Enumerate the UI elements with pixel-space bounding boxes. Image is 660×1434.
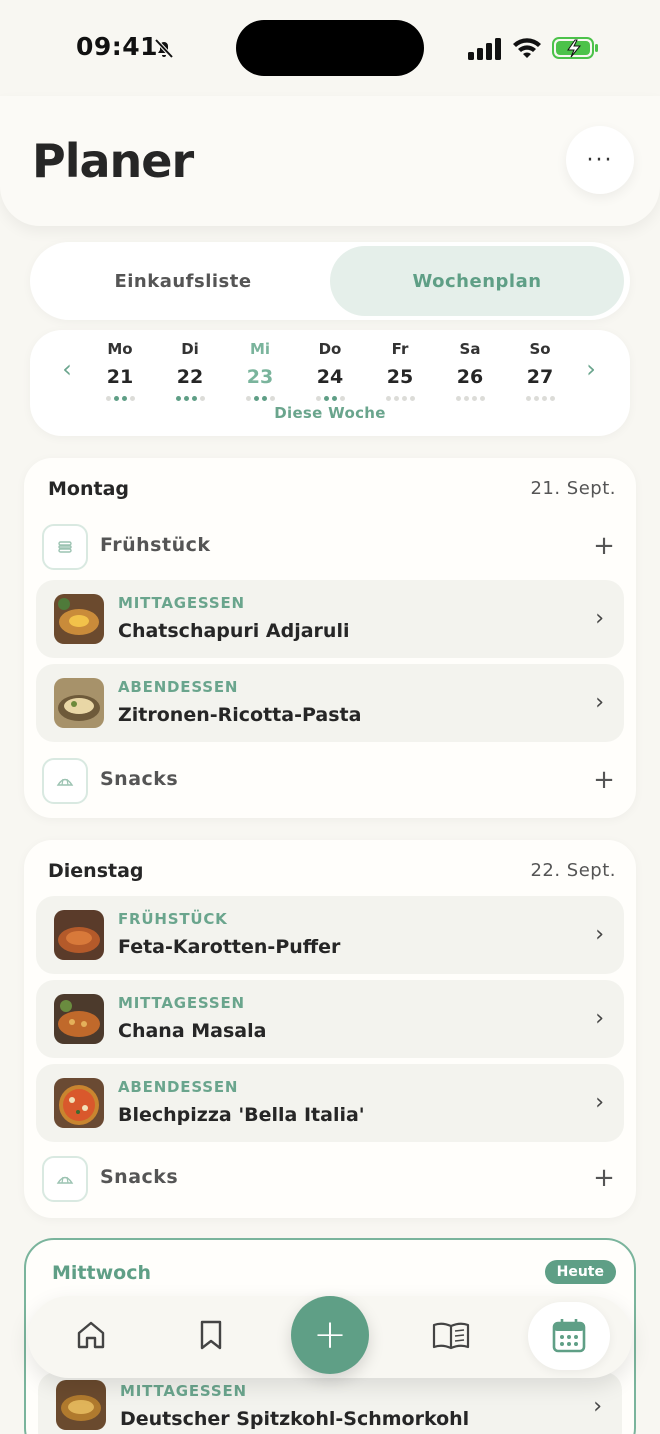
previous-week-button[interactable]: ‹ (58, 355, 76, 383)
add-button[interactable]: + (291, 1296, 369, 1374)
meal-row[interactable]: MITTAGESSEN Chatschapuri Adjaruli › (36, 580, 624, 658)
snack-icon (42, 758, 88, 804)
page-header: Planer ··· (0, 96, 660, 226)
meal-type: MITTAGESSEN (120, 1382, 247, 1400)
meal-dots (370, 396, 430, 401)
recipe-thumbnail (54, 994, 104, 1044)
add-icon[interactable]: + (590, 532, 618, 560)
meal-dots (440, 396, 500, 401)
empty-slot-label: Frühstück (100, 534, 211, 556)
add-icon[interactable]: + (590, 1164, 618, 1192)
meal-name: Zitronen-Ricotta-Pasta (118, 704, 362, 726)
chevron-right-icon: › (593, 1394, 602, 1419)
meal-row[interactable]: FRÜHSTÜCK Feta-Karotten-Puffer › (36, 896, 624, 974)
day-date: 22. Sept. (530, 860, 616, 881)
more-options-button[interactable]: ··· (566, 126, 634, 194)
meal-dots (510, 396, 570, 401)
page-title: Planer (32, 134, 194, 188)
breakfast-icon (42, 524, 88, 570)
recipe-thumbnail (54, 910, 104, 960)
empty-slot-fruehstueck[interactable]: Frühstück + (42, 524, 618, 572)
empty-slot-snacks[interactable]: Snacks + (42, 1156, 618, 1204)
bookmark-icon[interactable] (194, 1318, 228, 1352)
chevron-right-icon: › (595, 1006, 604, 1031)
recipe-thumbnail (54, 594, 104, 644)
meal-row[interactable]: MITTAGESSEN Deutscher Spitzkohl-Schmorko… (38, 1372, 622, 1434)
recipe-thumbnail (56, 1380, 106, 1430)
empty-slot-label: Snacks (100, 1166, 179, 1188)
snack-icon (42, 1156, 88, 1202)
meal-type: MITTAGESSEN (118, 994, 245, 1012)
ellipsis-icon: ··· (586, 147, 614, 173)
dynamic-island (236, 20, 424, 76)
tab-wochenplan[interactable]: Wochenplan (330, 246, 624, 316)
chevron-right-icon: › (586, 355, 596, 383)
tab-calendar[interactable] (528, 1302, 610, 1370)
chevron-left-icon: ‹ (62, 355, 72, 383)
book-open-icon[interactable] (432, 1318, 470, 1352)
week-label: Diese Woche (274, 404, 386, 422)
add-icon[interactable]: + (590, 766, 618, 794)
meal-dots (300, 396, 360, 401)
week-selector: ‹ Mo 21 Di 22 Mi 23 Do 24 Fr 25 Sa 26 So… (30, 330, 630, 436)
day-mi[interactable]: Mi 23 (230, 340, 290, 401)
meal-name: Blechpizza 'Bella Italia' (118, 1104, 365, 1126)
day-mo[interactable]: Mo 21 (90, 340, 150, 401)
meal-name: Feta-Karotten-Puffer (118, 936, 341, 958)
empty-slot-label: Snacks (100, 768, 179, 790)
status-time: 09:41 (76, 32, 159, 61)
day-card-monday: Montag 21. Sept. Frühstück + MITTAGESSEN… (24, 458, 636, 818)
chevron-right-icon: › (595, 1090, 604, 1115)
chevron-right-icon: › (595, 922, 604, 947)
meal-type: MITTAGESSEN (118, 594, 245, 612)
recipe-thumbnail (54, 678, 104, 728)
meal-row[interactable]: ABENDESSEN Zitronen-Ricotta-Pasta › (36, 664, 624, 742)
day-sa[interactable]: Sa 26 (440, 340, 500, 401)
status-bar: 09:41 (0, 0, 660, 96)
tab-einkaufsliste[interactable]: Einkaufsliste (36, 246, 330, 316)
day-di[interactable]: Di 22 (160, 340, 220, 401)
meal-row[interactable]: ABENDESSEN Blechpizza 'Bella Italia' › (36, 1064, 624, 1142)
meal-type: FRÜHSTÜCK (118, 910, 228, 928)
bell-muted-icon (154, 38, 174, 59)
meal-row[interactable]: MITTAGESSEN Chana Masala › (36, 980, 624, 1058)
add-icon: + (313, 1312, 347, 1358)
day-date: 21. Sept. (530, 478, 616, 499)
meal-dots (160, 396, 220, 401)
chevron-right-icon: › (595, 606, 604, 631)
meal-name: Chana Masala (118, 1020, 267, 1042)
today-badge: Heute (544, 1260, 616, 1284)
empty-slot-snacks[interactable]: Snacks + (42, 758, 618, 806)
home-icon[interactable] (74, 1318, 108, 1352)
meal-dots (230, 396, 290, 401)
battery-charging-icon (552, 37, 598, 59)
segmented-control: Einkaufsliste Wochenplan (30, 242, 630, 320)
wifi-icon (513, 38, 541, 58)
day-card-tuesday: Dienstag 22. Sept. FRÜHSTÜCK Feta-Karott… (24, 840, 636, 1218)
meal-name: Chatschapuri Adjaruli (118, 620, 350, 642)
meal-name: Deutscher Spitzkohl-Schmorkohl (120, 1408, 470, 1430)
meal-type: ABENDESSEN (118, 678, 239, 696)
day-so[interactable]: So 27 (510, 340, 570, 401)
meal-type: ABENDESSEN (118, 1078, 239, 1096)
day-title: Mittwoch (52, 1262, 151, 1284)
day-do[interactable]: Do 24 (300, 340, 360, 401)
cellular-signal-icon (468, 38, 501, 60)
next-week-button[interactable]: › (582, 355, 600, 383)
day-title: Dienstag (48, 860, 144, 882)
recipe-thumbnail (54, 1078, 104, 1128)
day-fr[interactable]: Fr 25 (370, 340, 430, 401)
day-title: Montag (48, 478, 129, 500)
meal-dots (90, 396, 150, 401)
chevron-right-icon: › (595, 690, 604, 715)
calendar-icon (552, 1319, 586, 1353)
